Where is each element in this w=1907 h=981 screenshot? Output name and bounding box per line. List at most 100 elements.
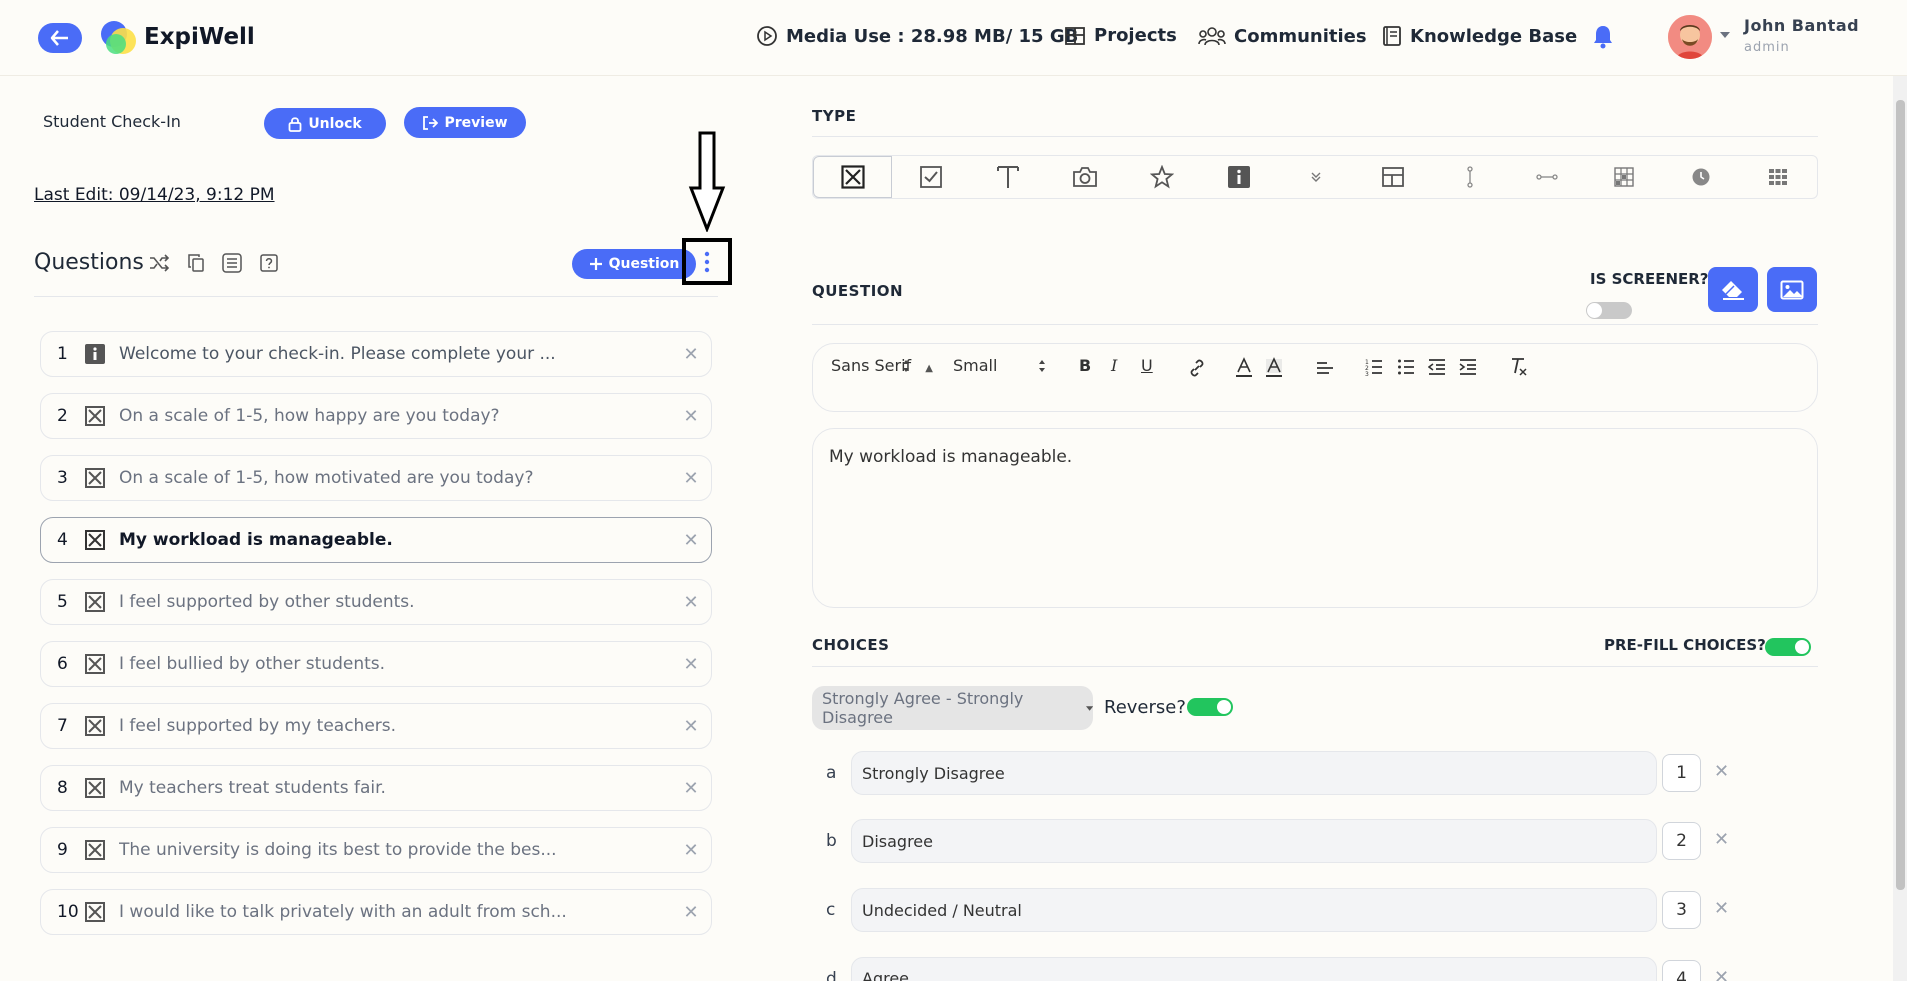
question-row-10[interactable]: 10 I would like to talk privately with a… <box>40 889 712 935</box>
choice-input[interactable]: Undecided / Neutral <box>851 888 1657 932</box>
preview-button[interactable]: Preview <box>404 107 526 138</box>
question-row-9[interactable]: 9 The university is doing its best to pr… <box>40 827 712 873</box>
link-icon[interactable] <box>1187 358 1207 378</box>
question-row-8[interactable]: 8 My teachers treat students fair. ✕ <box>40 765 712 811</box>
unlock-button[interactable]: Unlock <box>264 108 386 139</box>
delete-question-icon[interactable]: ✕ <box>671 840 711 861</box>
font-family-select[interactable]: Sans Serif ▲ <box>831 356 933 375</box>
choice-input[interactable]: Disagree <box>851 819 1657 863</box>
question-row-2[interactable]: 2 On a scale of 1-5, how happy are you t… <box>40 393 712 439</box>
type-multiple-choice-button[interactable] <box>813 156 893 198</box>
type-layout-button[interactable] <box>1355 156 1432 198</box>
prefill-choices-toggle[interactable] <box>1765 638 1811 656</box>
add-image-button[interactable] <box>1767 267 1817 312</box>
type-checkbox-button[interactable] <box>892 156 969 198</box>
choice-input[interactable]: Agree <box>851 957 1657 981</box>
notification-bell-icon[interactable] <box>1592 24 1614 50</box>
remove-choice-icon[interactable]: ✕ <box>1714 898 1729 919</box>
more-options-button[interactable] <box>682 238 732 285</box>
type-horizontal-slider-button[interactable] <box>1509 156 1586 198</box>
reverse-toggle[interactable] <box>1187 698 1233 716</box>
shuffle-icon[interactable] <box>148 254 170 272</box>
choice-value[interactable]: 2 <box>1662 822 1701 860</box>
media-use[interactable]: Media Use : 28.98 MB/ 15 GB <box>756 25 1078 47</box>
ordered-list-icon[interactable]: 123 <box>1365 358 1383 376</box>
choice-value[interactable]: 3 <box>1662 891 1701 929</box>
star-icon <box>1149 165 1174 189</box>
multiple-choice-type-icon <box>85 530 119 550</box>
plus-icon <box>589 258 602 270</box>
italic-button[interactable]: I <box>1111 356 1117 375</box>
remove-choice-icon[interactable]: ✕ <box>1714 761 1729 782</box>
copy-icon[interactable] <box>188 254 204 272</box>
delete-question-icon[interactable]: ✕ <box>671 406 711 427</box>
clear-formatting-icon[interactable] <box>1509 357 1527 377</box>
choice-input[interactable]: Strongly Disagree <box>851 751 1657 795</box>
type-photo-button[interactable] <box>1046 156 1123 198</box>
font-size-select[interactable]: Small <box>953 356 997 375</box>
delete-question-icon[interactable]: ✕ <box>671 468 711 489</box>
question-number: 2 <box>57 406 68 426</box>
info-icon <box>1227 166 1250 188</box>
type-dropdown-button[interactable] <box>1277 156 1354 198</box>
nav-knowledge-base[interactable]: Knowledge Base <box>1382 25 1577 47</box>
question-text-editor[interactable]: My workload is manageable. <box>812 428 1818 608</box>
delete-question-icon[interactable]: ✕ <box>671 716 711 737</box>
user-avatar[interactable] <box>1668 15 1712 59</box>
question-text: On a scale of 1-5, how happy are you tod… <box>119 406 500 426</box>
layout-icon <box>1382 167 1404 187</box>
type-grid-button[interactable] <box>1740 156 1817 198</box>
back-button[interactable] <box>38 23 82 53</box>
screener-toggle[interactable] <box>1586 302 1632 319</box>
question-row-5[interactable]: 5 I feel supported by other students. ✕ <box>40 579 712 625</box>
page-scrollbar-thumb[interactable] <box>1896 100 1905 890</box>
question-row-1[interactable]: 1 Welcome to your check-in. Please compl… <box>40 331 712 377</box>
choice-letter: c <box>826 900 836 920</box>
question-row-3[interactable]: 3 On a scale of 1-5, how motivated are y… <box>40 455 712 501</box>
delete-question-icon[interactable]: ✕ <box>671 592 711 613</box>
type-time-button[interactable] <box>1663 156 1740 198</box>
question-row-6[interactable]: 6 I feel bullied by other students. ✕ <box>40 641 712 687</box>
outdent-icon[interactable] <box>1428 358 1446 376</box>
last-edit-link[interactable]: Last Edit: 09/14/23, 9:12 PM <box>34 185 275 205</box>
choice-row: a Strongly Disagree 1 ✕ <box>826 751 1826 795</box>
align-left-icon[interactable] <box>1316 360 1334 376</box>
choice-value[interactable]: 1 <box>1662 754 1701 792</box>
question-row-7[interactable]: 7 I feel supported by my teachers. ✕ <box>40 703 712 749</box>
type-text-button[interactable] <box>969 156 1046 198</box>
nav-communities[interactable]: Communities <box>1198 25 1367 47</box>
choice-value[interactable]: 4 <box>1662 960 1701 981</box>
delete-question-icon[interactable]: ✕ <box>671 530 711 551</box>
text-icon <box>996 166 1019 188</box>
nav-projects[interactable]: Projects <box>1064 25 1177 46</box>
lock-icon <box>288 116 302 132</box>
question-number: 10 <box>57 902 79 922</box>
list-icon[interactable] <box>222 253 242 273</box>
type-rating-button[interactable] <box>1123 156 1200 198</box>
remove-choice-icon[interactable]: ✕ <box>1714 829 1729 850</box>
delete-question-icon[interactable]: ✕ <box>671 778 711 799</box>
type-vertical-slider-button[interactable] <box>1432 156 1509 198</box>
question-number: 4 <box>57 530 68 550</box>
delete-question-icon[interactable]: ✕ <box>671 344 711 365</box>
remove-choice-icon[interactable]: ✕ <box>1714 967 1729 981</box>
text-color-icon[interactable] <box>1235 357 1253 379</box>
bullet-list-icon[interactable] <box>1397 358 1415 376</box>
clear-format-button[interactable] <box>1708 267 1758 312</box>
delete-question-icon[interactable]: ✕ <box>671 654 711 675</box>
type-matrix-button[interactable] <box>1586 156 1663 198</box>
user-menu-caret-icon[interactable] <box>1720 32 1730 38</box>
choice-letter: a <box>826 763 837 783</box>
checkbox-icon <box>919 166 942 188</box>
type-info-button[interactable] <box>1200 156 1277 198</box>
add-question-button[interactable]: Question <box>572 249 696 279</box>
background-color-icon[interactable] <box>1265 357 1283 379</box>
delete-question-icon[interactable]: ✕ <box>671 902 711 923</box>
indent-icon[interactable] <box>1459 358 1477 376</box>
nav-communities-label: Communities <box>1234 25 1367 47</box>
underline-button[interactable]: U <box>1141 356 1153 375</box>
help-icon[interactable] <box>260 254 278 272</box>
question-row-4[interactable]: 4 My workload is manageable. ✕ <box>40 517 712 563</box>
bold-button[interactable]: B <box>1079 356 1091 375</box>
choice-scale-select[interactable]: Strongly Agree - Strongly Disagree <box>812 686 1093 730</box>
